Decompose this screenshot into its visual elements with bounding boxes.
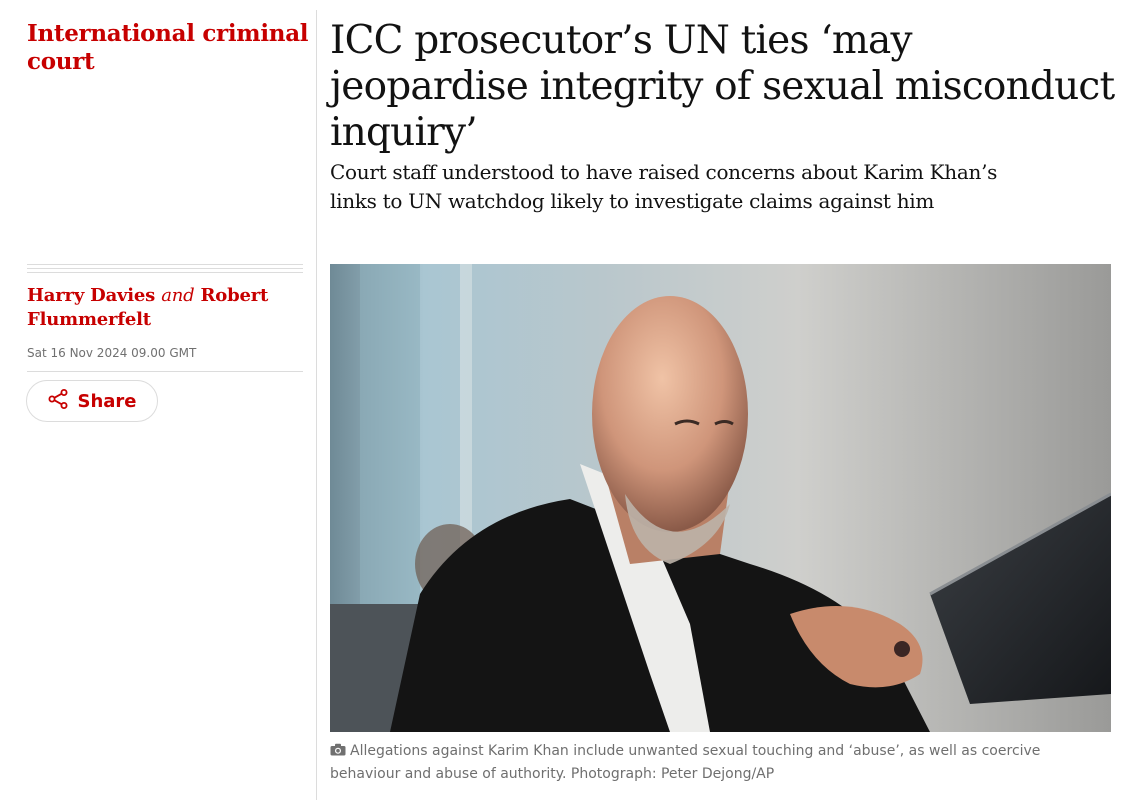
dateline: Sat 16 Nov 2024 09.00 GMT — [27, 346, 197, 360]
photo-caption: Allegations against Karim Khan include u… — [330, 740, 1090, 785]
meta-rules — [27, 264, 303, 276]
author-link-1[interactable]: Harry Davies — [27, 285, 155, 306]
byline: Harry Davies and Robert Flummerfelt — [27, 284, 307, 332]
meta-divider — [27, 371, 303, 372]
article-photo — [330, 264, 1111, 732]
section-link[interactable]: International criminal court — [27, 20, 312, 76]
camera-icon — [330, 741, 346, 763]
column-divider — [316, 10, 317, 800]
share-button[interactable]: Share — [26, 380, 158, 422]
share-label: Share — [77, 390, 137, 412]
photo-illustration — [330, 264, 1111, 732]
caption-text: Allegations against Karim Khan include u… — [330, 743, 1041, 782]
byline-conjunction: and — [161, 285, 195, 306]
standfirst: Court staff understood to have raised co… — [330, 160, 998, 213]
headline: ICC prosecutor’s UN ties ‘may jeopardise… — [330, 18, 1115, 155]
share-icon — [47, 388, 69, 414]
